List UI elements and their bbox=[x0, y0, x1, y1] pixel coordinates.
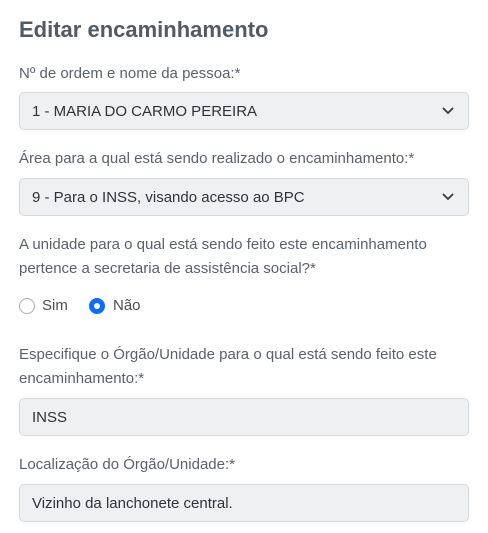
area-select-value: 9 - Para o INSS, visando acesso ao BPC bbox=[32, 189, 305, 206]
chevron-down-icon bbox=[442, 107, 454, 115]
page-title: Editar encaminhamento bbox=[19, 17, 269, 42]
organ-label: Especifique o Órgão/Unidade para o qual … bbox=[19, 346, 437, 387]
radio-nao-label[interactable]: Não bbox=[113, 297, 141, 314]
location-input[interactable]: Vizinho da lanchonete central. bbox=[19, 484, 469, 522]
person-select[interactable]: 1 - MARIA DO CARMO PEREIRA bbox=[19, 92, 469, 130]
chevron-down-icon bbox=[442, 193, 454, 201]
radio-nao[interactable] bbox=[89, 298, 105, 314]
location-input-value: Vizinho da lanchonete central. bbox=[32, 495, 233, 512]
radio-sim-label[interactable]: Sim bbox=[42, 297, 68, 314]
location-label: Localização do Órgão/Unidade:* bbox=[19, 456, 235, 473]
person-select-value: 1 - MARIA DO CARMO PEREIRA bbox=[32, 103, 258, 120]
unit-question-label: A unidade para o qual está sendo feito e… bbox=[19, 236, 427, 277]
organ-input[interactable]: INSS bbox=[19, 398, 469, 436]
radio-sim[interactable] bbox=[19, 298, 35, 314]
area-select[interactable]: 9 - Para o INSS, visando acesso ao BPC bbox=[19, 178, 469, 216]
area-label: Área para a qual está sendo realizado o … bbox=[19, 150, 415, 167]
person-label: Nº de ordem e nome da pessoa:* bbox=[19, 65, 241, 82]
organ-input-value: INSS bbox=[32, 409, 68, 426]
